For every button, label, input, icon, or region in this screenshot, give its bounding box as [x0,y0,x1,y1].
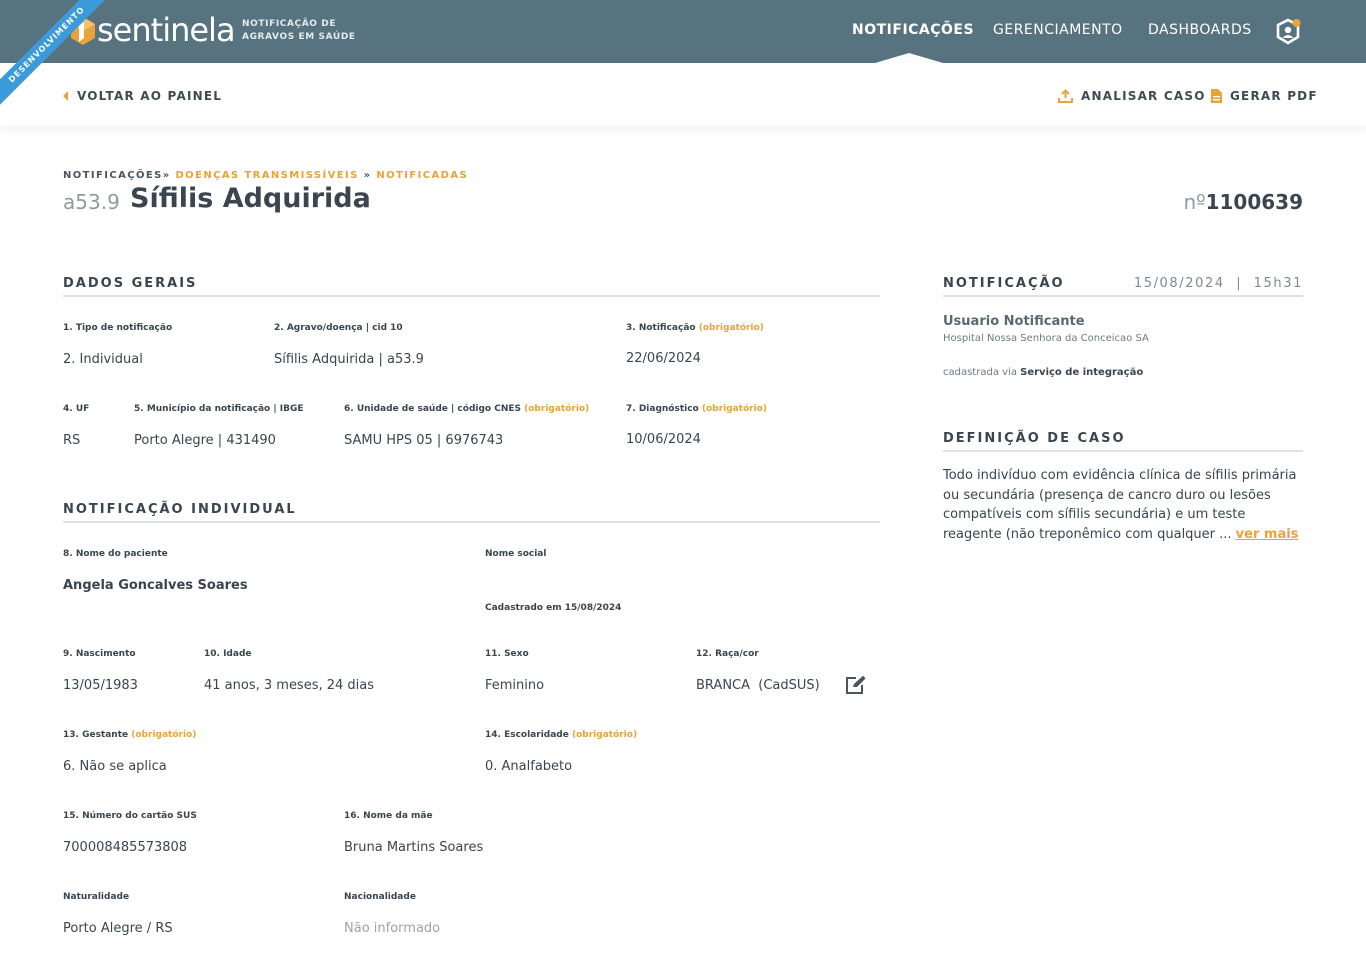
field-label-unidade-text: 6. Unidade de saúde | código CNES [344,404,521,414]
analyze-case-button[interactable]: ANALISAR CASO [1058,89,1206,103]
section-divider [943,295,1303,297]
field-label-uf: 4. UF [63,404,90,414]
logo-text[interactable]: sentinela [97,8,236,52]
field-value-notificacao: 22/06/2024 [626,351,701,366]
section-heading-notificacao-individual: NOTIFICAÇÃO INDIVIDUAL [63,502,297,517]
notifying-user: Usuario Notificante [943,314,1085,329]
required-tag: (obrigatório) [524,404,590,414]
section-heading-definicao-caso: DEFINIÇÃO DE CASO [943,431,1126,446]
field-value-naturalidade: Porto Alegre / RS [63,921,173,936]
file-pdf-icon [1211,89,1222,103]
field-value-nacionalidade: Não informado [344,921,441,936]
user-shield-icon[interactable] [1276,18,1302,46]
section-heading-notificacao: NOTIFICAÇÃO [943,276,1065,291]
field-label-nascimento: 9. Nascimento [63,649,136,659]
analyze-case-label: ANALISAR CASO [1081,89,1206,103]
field-label-notificacao: 3. Notificação (obrigatório) [626,323,764,333]
breadcrumb: NOTIFICAÇÕES» DOENÇAS TRANSMISSÍVEIS » N… [63,170,468,181]
breadcrumb-separator: » [363,170,372,181]
edit-icon[interactable] [845,675,867,695]
field-value-agravo: Sífilis Adquirida | a53.9 [274,352,424,367]
field-label-nome: 8. Nome do paciente [63,549,168,559]
field-value-cartao-sus: 700008485573808 [63,840,188,855]
field-value-municipio: Porto Alegre | 431490 [134,433,276,448]
breadcrumb-separator: » [162,170,171,181]
required-tag: (obrigatório) [571,730,638,740]
logo-subtitle: NOTIFICAÇÃO DE AGRAVOS EM SAÚDE [242,19,356,42]
field-value-nome: Angela Goncalves Soares [63,578,248,593]
field-label-tipo: 1. Tipo de notificação [63,323,173,333]
notification-number-value: 1100639 [1205,190,1303,214]
environment-ribbon-label: DESENVOLVIMENTO [0,0,110,110]
registered-date: Cadastrado em 15/08/2024 [485,603,622,613]
required-tag: (obrigatório) [701,404,767,414]
field-label-naturalidade: Naturalidade [63,892,130,902]
field-value-escolaridade: 0. Analfabeto [485,759,573,774]
field-value-tipo: 2. Individual [63,352,143,367]
breadcrumb-doencas[interactable]: DOENÇAS TRANSMISSÍVEIS [175,170,358,181]
nav-dashboards[interactable]: DASHBOARDS [1148,22,1252,38]
field-label-unidade: 6. Unidade de saúde | código CNES (obrig… [344,404,589,414]
required-tag: (obrigatório) [698,323,764,333]
field-label-raca: 12. Raça/cor [696,649,759,659]
registration-source-value: Serviço de integração [1020,367,1144,378]
field-value-uf: RS [63,433,81,448]
field-label-gestante: 13. Gestante (obrigatório) [63,730,196,740]
field-label-diagnostico: 7. Diagnóstico (obrigatório) [626,404,767,414]
cid-code: a53.9 [63,190,120,214]
field-value-raca: BRANCA (CadSUS) [696,678,820,693]
field-value-gestante: 6. Não se aplica [63,759,167,774]
field-value-idade: 41 anos, 3 meses, 24 dias [204,678,375,693]
section-divider [63,521,880,523]
see-more-link[interactable]: ver mais [1236,527,1299,542]
active-nav-indicator [875,53,943,63]
generate-pdf-label: GERAR PDF [1230,89,1318,103]
field-label-nome-social: Nome social [485,549,547,559]
field-value-nascimento: 13/05/1983 [63,678,138,693]
field-label-escolaridade-text: 14. Escolaridade [485,730,569,740]
notification-datetime: 15/08/2024 | 15h31 [1133,276,1303,291]
section-divider [943,450,1303,452]
field-value-nome-mae: Bruna Martins Soares [344,840,484,855]
registration-source: cadastrada via Serviço de integração [943,367,1143,378]
field-label-agravo: 2. Agravo/doença | cid 10 [274,323,403,333]
section-heading-dados-gerais: DADOS GERAIS [63,276,198,291]
notification-number-prefix: nº [1183,190,1206,214]
breadcrumb-notificadas[interactable]: NOTIFICADAS [376,170,468,181]
required-tag: (obrigatório) [131,730,197,740]
field-value-unidade: SAMU HPS 05 | 6976743 [344,433,504,448]
notifying-hospital: Hospital Nossa Senhora da Conceicao SA [943,333,1149,344]
generate-pdf-button[interactable]: GERAR PDF [1211,89,1318,103]
field-label-sexo: 11. Sexo [485,649,529,659]
breadcrumb-root[interactable]: NOTIFICAÇÕES [63,170,163,181]
field-label-notificacao-text: 3. Notificação [626,323,696,333]
case-definition: Todo indivíduo com evidência clínica de … [943,466,1305,544]
field-label-nacionalidade: Nacionalidade [344,892,416,902]
field-label-municipio: 5. Município da notificação | IBGE [134,404,304,414]
field-label-idade: 10. Idade [204,649,252,659]
nav-gerenciamento[interactable]: GERENCIAMENTO [993,22,1123,38]
field-value-diagnostico: 10/06/2024 [626,432,701,447]
field-label-diagnostico-text: 7. Diagnóstico [626,404,699,414]
section-divider [63,295,880,297]
registration-source-prefix: cadastrada via [943,367,1021,378]
field-label-escolaridade: 14. Escolaridade (obrigatório) [485,730,637,740]
field-label-cartao-sus: 15. Número do cartão SUS [63,811,197,821]
notification-number: nº1100639 [1183,190,1303,214]
field-label-nome-mae: 16. Nome da mãe [344,811,433,821]
upload-icon [1058,89,1073,103]
nav-notificacoes[interactable]: NOTIFICAÇÕES [852,22,974,38]
field-value-sexo: Feminino [485,678,545,693]
field-label-gestante-text: 13. Gestante [63,730,129,740]
environment-ribbon: DESENVOLVIMENTO [0,0,110,110]
page-title: Sífilis Adquirida [130,183,371,214]
